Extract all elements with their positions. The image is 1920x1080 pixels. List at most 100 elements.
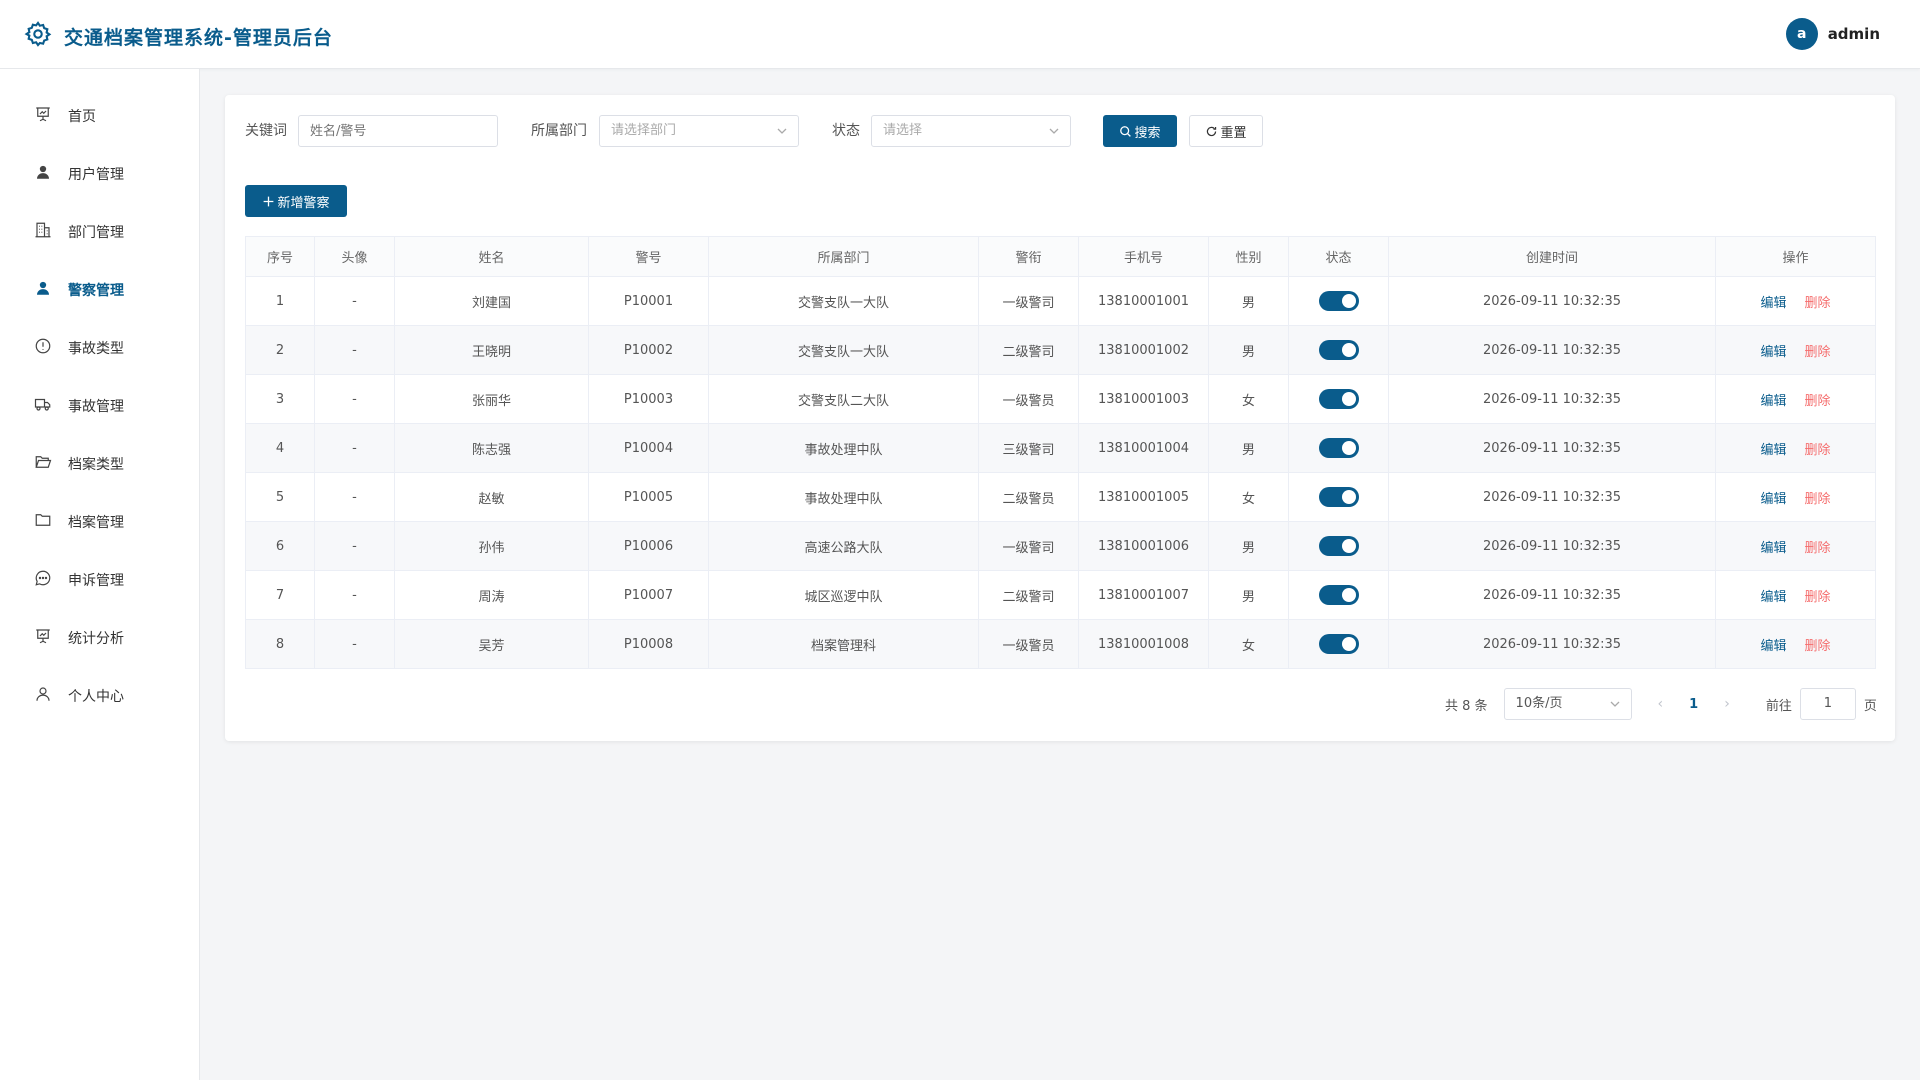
- cell-dept: 高速公路大队: [708, 521, 979, 571]
- sidebar-item-label: 申诉管理: [68, 573, 124, 589]
- pagination-total: 共 8 条: [1445, 698, 1488, 714]
- page-size-select[interactable]: 10条/页: [1503, 688, 1632, 720]
- cell-rank: 一级警司: [978, 521, 1079, 571]
- user-name[interactable]: admin: [1828, 25, 1880, 43]
- cell-phone: 13810001006: [1078, 521, 1209, 571]
- status-toggle[interactable]: [1318, 585, 1359, 605]
- edit-link[interactable]: 编辑: [1760, 443, 1786, 458]
- cell-avatar: -: [314, 374, 395, 424]
- status-toggle[interactable]: [1318, 634, 1359, 654]
- cell-dept: 交警支队一大队: [708, 276, 979, 326]
- sidebar-item-label: 警察管理: [68, 283, 124, 299]
- status-select[interactable]: 请选择: [871, 115, 1071, 147]
- cell-name: 王晓明: [394, 325, 589, 375]
- delete-link[interactable]: 删除: [1805, 541, 1831, 556]
- refresh-icon: [1207, 126, 1217, 136]
- sidebar-item-users[interactable]: 用户管理: [0, 154, 199, 194]
- cell-name: 刘建国: [394, 276, 589, 326]
- edit-link[interactable]: 编辑: [1760, 345, 1786, 360]
- keyword-input[interactable]: [298, 115, 498, 147]
- goto-page-input[interactable]: 1: [1799, 688, 1856, 720]
- sidebar-item-accident-types[interactable]: 事故类型: [0, 328, 199, 368]
- sidebar-item-home[interactable]: 首页: [0, 96, 199, 136]
- page-number-current[interactable]: 1: [1689, 697, 1698, 712]
- cell-created: 2026-09-11 10:32:35: [1388, 276, 1716, 326]
- sidebar-item-appeals[interactable]: 申诉管理: [0, 560, 199, 600]
- sidebar-item-label: 事故类型: [68, 341, 124, 357]
- chevron-down-icon: [1610, 701, 1620, 707]
- cell-created: 2026-09-11 10:32:35: [1388, 374, 1716, 424]
- status-toggle[interactable]: [1318, 487, 1359, 507]
- sidebar-item-departments[interactable]: 部门管理: [0, 212, 199, 252]
- app-title: 交通档案管理系统-管理员后台: [64, 26, 333, 49]
- edit-link[interactable]: 编辑: [1760, 296, 1786, 311]
- delete-link[interactable]: 删除: [1805, 394, 1831, 409]
- sidebar-item-archive-types[interactable]: 档案类型: [0, 444, 199, 484]
- edit-link[interactable]: 编辑: [1760, 639, 1786, 654]
- prev-page-icon[interactable]: ‹: [1658, 696, 1664, 712]
- sidebar-item-label: 档案管理: [68, 515, 124, 531]
- cell-index: 3: [245, 374, 315, 424]
- reset-button[interactable]: 重置: [1189, 115, 1263, 147]
- cell-index: 2: [245, 325, 315, 375]
- sidebar-item-accidents[interactable]: 事故管理: [0, 386, 199, 426]
- column-header: 序号: [245, 236, 315, 277]
- next-page-icon[interactable]: ›: [1724, 696, 1730, 712]
- cell-avatar: -: [314, 570, 395, 620]
- cell-gender: 女: [1208, 619, 1289, 669]
- sidebar-item-label: 事故管理: [68, 399, 124, 415]
- column-header: 头像: [314, 236, 395, 277]
- data-board-icon: [34, 627, 52, 649]
- edit-link[interactable]: 编辑: [1760, 492, 1786, 507]
- delete-link[interactable]: 删除: [1805, 492, 1831, 507]
- sidebar-item-statistics[interactable]: 统计分析: [0, 618, 199, 658]
- table-row: 4 - 陈志强 P10004 事故处理中队 三级警司 13810001004 男…: [245, 423, 1876, 473]
- cell-created: 2026-09-11 10:32:35: [1388, 472, 1716, 522]
- edit-link[interactable]: 编辑: [1760, 541, 1786, 556]
- main-card: 关键词 所属部门 请选择部门 状态 请选择 搜索 重置 新增警察 序号 头像: [225, 95, 1895, 741]
- police-table: 序号 头像 姓名 警号 所属部门 警衔 手机号 性别 状态 创建时间 操作 1 …: [245, 236, 1876, 669]
- sidebar-item-label: 档案类型: [68, 457, 124, 473]
- edit-link[interactable]: 编辑: [1760, 590, 1786, 605]
- cell-name: 张丽华: [394, 374, 589, 424]
- status-toggle[interactable]: [1318, 389, 1359, 409]
- cell-name: 吴芳: [394, 619, 589, 669]
- table-row: 5 - 赵敏 P10005 事故处理中队 二级警员 13810001005 女 …: [245, 472, 1876, 522]
- cell-badge: P10001: [588, 276, 709, 326]
- cell-actions: 编辑 删除: [1715, 374, 1876, 424]
- cell-phone: 13810001007: [1078, 570, 1209, 620]
- cell-rank: 一级警员: [978, 374, 1079, 424]
- cell-status: [1288, 521, 1389, 571]
- top-bar: 交通档案管理系统-管理员后台 a admin: [0, 0, 1920, 69]
- delete-link[interactable]: 删除: [1805, 345, 1831, 360]
- cell-badge: P10003: [588, 374, 709, 424]
- delete-link[interactable]: 删除: [1805, 590, 1831, 605]
- status-toggle[interactable]: [1318, 536, 1359, 556]
- delete-link[interactable]: 删除: [1805, 639, 1831, 654]
- cell-rank: 二级警员: [978, 472, 1079, 522]
- status-toggle[interactable]: [1318, 438, 1359, 458]
- delete-link[interactable]: 删除: [1805, 296, 1831, 311]
- sidebar: 首页 用户管理 部门管理 警察管理 事故类型 事故管理 档案类型 档案管理 申诉…: [0, 69, 200, 1080]
- cell-gender: 男: [1208, 276, 1289, 326]
- status-toggle[interactable]: [1318, 340, 1359, 360]
- cell-avatar: -: [314, 521, 395, 571]
- sidebar-item-profile[interactable]: 个人中心: [0, 676, 199, 716]
- delete-link[interactable]: 删除: [1805, 443, 1831, 458]
- user-menu[interactable]: a admin: [1785, 18, 1880, 50]
- cell-dept: 事故处理中队: [708, 472, 979, 522]
- cell-dept: 城区巡逻中队: [708, 570, 979, 620]
- sidebar-item-police[interactable]: 警察管理: [0, 270, 199, 310]
- sidebar-item-archives[interactable]: 档案管理: [0, 502, 199, 542]
- dept-select[interactable]: 请选择部门: [599, 115, 799, 147]
- search-button[interactable]: 搜索: [1103, 115, 1177, 147]
- add-police-button[interactable]: 新增警察: [245, 185, 347, 217]
- cell-name: 孙伟: [394, 521, 589, 571]
- avatar[interactable]: a: [1785, 18, 1818, 50]
- status-toggle[interactable]: [1318, 291, 1359, 311]
- cell-index: 6: [245, 521, 315, 571]
- edit-link[interactable]: 编辑: [1760, 394, 1786, 409]
- cell-avatar: -: [314, 325, 395, 375]
- cell-status: [1288, 374, 1389, 424]
- table-row: 3 - 张丽华 P10003 交警支队二大队 一级警员 13810001003 …: [245, 374, 1876, 424]
